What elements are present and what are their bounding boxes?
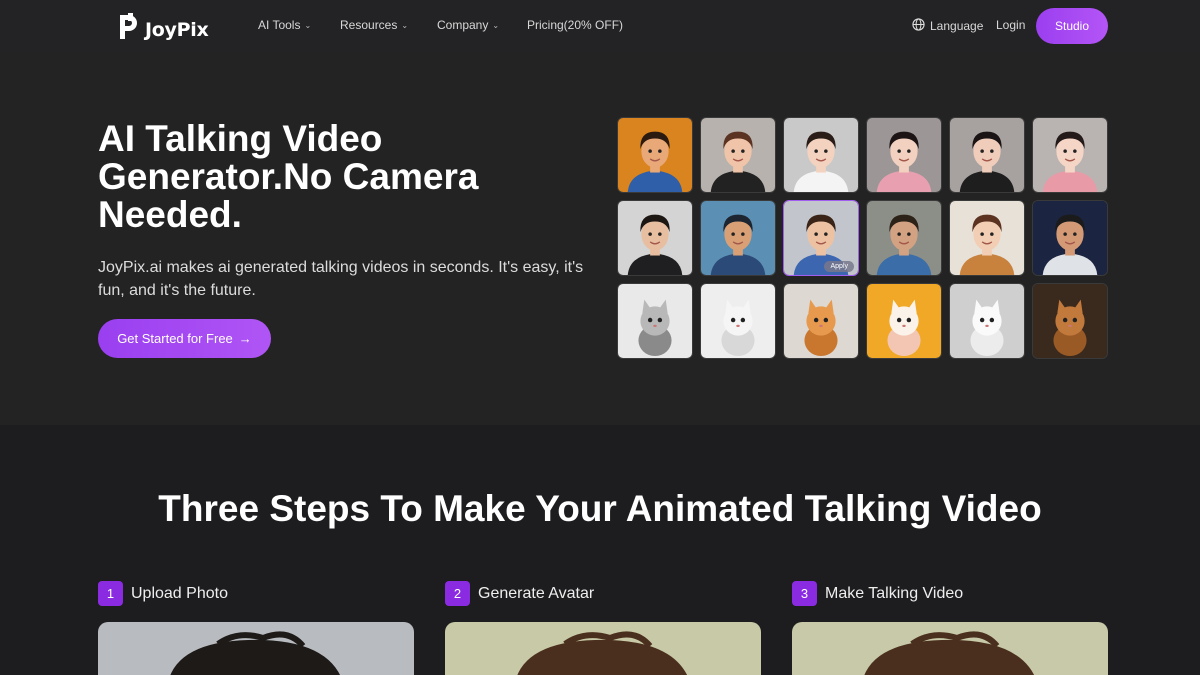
anime-girl-avatar[interactable] — [1032, 117, 1108, 193]
nav-label: Pricing(20% OFF) — [527, 18, 624, 32]
nav-ai-tools[interactable]: AI Tools ⌄ — [258, 18, 311, 32]
step-number-badge: 2 — [445, 581, 470, 606]
white-cat-avatar[interactable] — [700, 283, 776, 359]
anime-boy-avatar[interactable] — [949, 200, 1025, 276]
arrow-right-icon: → — [238, 331, 252, 346]
avatar-image — [618, 201, 692, 275]
cartoon-boy-avatar[interactable] — [617, 117, 693, 193]
step-image — [445, 622, 761, 675]
login-link[interactable]: Login — [996, 18, 1025, 32]
avatar-image — [1033, 201, 1107, 275]
avatar-image — [867, 284, 941, 358]
top-nav: JoyPix AI Tools ⌄ Resources ⌄ Company ⌄ … — [0, 0, 1200, 52]
avatar-image — [950, 201, 1024, 275]
avatar-image — [950, 118, 1024, 192]
avatar-image — [950, 284, 1024, 358]
logo[interactable]: JoyPix — [116, 11, 209, 48]
cartoon-boy-avatar-selected[interactable]: Apply — [783, 200, 859, 276]
step-number-badge: 3 — [792, 581, 817, 606]
logo-icon — [116, 11, 140, 48]
step-number-badge: 1 — [98, 581, 123, 606]
cta-label: Get Started for Free — [117, 331, 233, 346]
nav-pricing[interactable]: Pricing(20% OFF) — [527, 18, 623, 32]
chevron-down-icon: ⌄ — [492, 20, 500, 30]
nav-label: AI Tools — [258, 18, 301, 32]
avatar-image — [1033, 284, 1107, 358]
avatar-image — [1033, 118, 1107, 192]
globe-icon — [912, 18, 925, 34]
studio-button[interactable]: Studio — [1036, 8, 1108, 44]
step-image — [98, 622, 414, 675]
brown-cat-avatar[interactable] — [1032, 283, 1108, 359]
step-photo-preview — [98, 622, 414, 675]
nav-company[interactable]: Company ⌄ — [437, 18, 499, 32]
chevron-down-icon: ⌄ — [401, 20, 409, 30]
bunny-avatar[interactable] — [866, 283, 942, 359]
avatar-image — [618, 284, 692, 358]
step-video-preview — [792, 622, 1108, 675]
avatar-image — [784, 284, 858, 358]
step-upload-photo: 1 Upload Photo — [98, 581, 414, 675]
hero-description: JoyPix.ai makes ai generated talking vid… — [98, 259, 584, 299]
step-generate-avatar: 2 Generate Avatar — [445, 581, 761, 675]
step-label: Upload Photo — [131, 584, 228, 602]
anime-woman-avatar-2[interactable] — [949, 117, 1025, 193]
step-label: Make Talking Video — [825, 584, 964, 602]
avatar-image — [784, 118, 858, 192]
hero-section: AI Talking Video Generator.No Camera Nee… — [0, 52, 1200, 425]
hero-title: AI Talking Video Generator.No Camera Nee… — [98, 118, 479, 235]
avatar-image — [867, 201, 941, 275]
astronaut-avatar[interactable] — [1032, 200, 1108, 276]
chevron-down-icon: ⌄ — [304, 20, 312, 30]
cartoon-man-avatar[interactable] — [700, 200, 776, 276]
apply-badge[interactable]: Apply — [824, 261, 854, 272]
avatar-image — [618, 118, 692, 192]
bearded-man-avatar[interactable] — [866, 200, 942, 276]
avatar-image — [701, 284, 775, 358]
orange-kitten-avatar[interactable] — [783, 283, 859, 359]
anime-woman-avatar[interactable] — [866, 117, 942, 193]
get-started-button[interactable]: Get Started for Free → — [98, 319, 271, 358]
language-selector[interactable]: Language — [912, 18, 983, 34]
avatar-image — [701, 201, 775, 275]
cartoon-woman-avatar[interactable] — [783, 117, 859, 193]
man-suit-avatar[interactable] — [617, 200, 693, 276]
step-avatar-preview — [445, 622, 761, 675]
nav-resources[interactable]: Resources ⌄ — [340, 18, 408, 32]
avatar-grid: Apply — [617, 117, 1108, 359]
steps-title: Three Steps To Make Your Animated Talkin… — [158, 488, 1042, 529]
step-make-talking-video: 3 Make Talking Video — [792, 581, 1108, 675]
logo-text: JoyPix — [145, 18, 209, 41]
white-fluffy-avatar[interactable] — [949, 283, 1025, 359]
avatar-image — [867, 118, 941, 192]
cartoon-girl-avatar[interactable] — [700, 117, 776, 193]
nav-label: Company — [437, 18, 489, 32]
kitten-avatar[interactable] — [617, 283, 693, 359]
step-label: Generate Avatar — [478, 584, 595, 602]
step-image — [792, 622, 1108, 675]
nav-label: Resources — [340, 18, 398, 32]
avatar-image — [701, 118, 775, 192]
language-label: Language — [930, 19, 984, 33]
